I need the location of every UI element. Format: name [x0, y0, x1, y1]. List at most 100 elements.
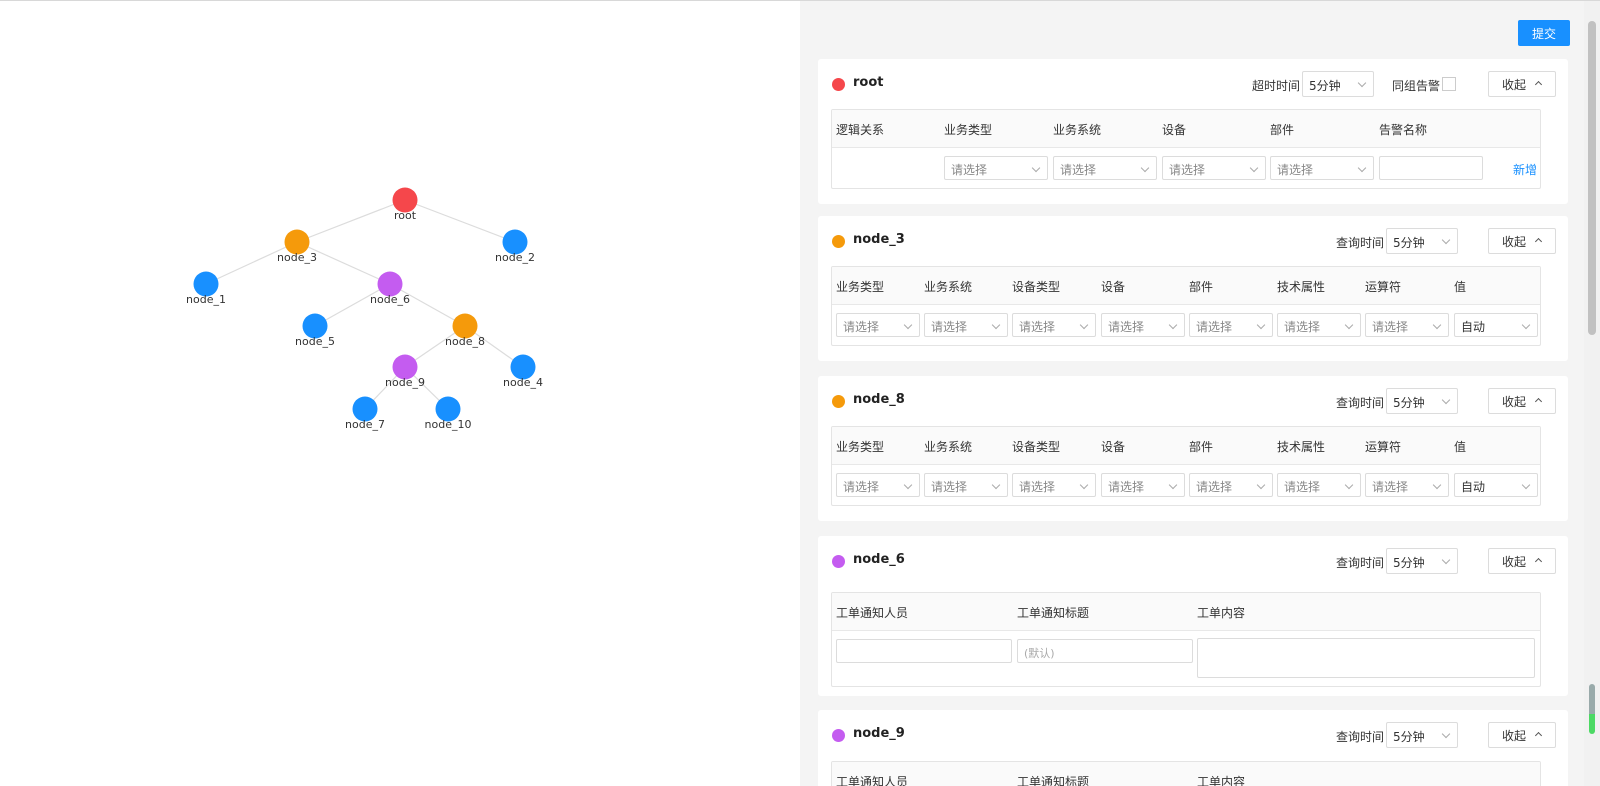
chevron-down-icon	[1441, 235, 1451, 245]
part-select[interactable]: 请选择	[1189, 473, 1273, 497]
query-time-value: 5分钟	[1393, 396, 1425, 410]
operator-select[interactable]: 请选择	[1365, 313, 1449, 337]
device-select[interactable]: 请选择	[1101, 313, 1185, 337]
th-tech-attr: 技术属性	[1277, 280, 1326, 294]
biz-type-select[interactable]: 请选择	[944, 156, 1048, 180]
tree-node-root[interactable]: root	[392, 187, 418, 223]
tree-node-node-6[interactable]: node_6	[370, 271, 410, 307]
tree-node-node-10[interactable]: node_10	[425, 396, 472, 432]
th-part: 部件	[1270, 123, 1295, 137]
select-placeholder: 请选择	[1108, 480, 1145, 494]
select-placeholder: 请选择	[1060, 163, 1097, 177]
ticket-content-textarea[interactable]	[1197, 638, 1535, 678]
th-ticket-content: 工单内容	[1197, 606, 1246, 620]
biz-type-select[interactable]: 请选择	[836, 473, 920, 497]
collapse-label: 收起	[1502, 728, 1527, 743]
chevron-down-icon	[1079, 320, 1089, 330]
scrollbar-thumb[interactable]	[1588, 21, 1596, 335]
tree-node-node-1[interactable]: node_1	[186, 271, 226, 307]
part-select[interactable]: 请选择	[1189, 313, 1273, 337]
query-time-label: 查询时间	[1336, 396, 1385, 410]
tree-node-label: node_8	[445, 335, 485, 348]
vertical-scrollbar[interactable]	[1584, 1, 1600, 786]
card-node-8-header: node_8 查询时间 5分钟 收起	[818, 376, 1568, 426]
tree-node-node-2[interactable]: node_2	[495, 229, 535, 265]
tree-panel: root node_3 node_2 node_1 node_6 node_5 node_8…	[0, 1, 800, 786]
th-operator: 运算符	[1365, 280, 1402, 294]
chevron-down-icon	[1357, 163, 1367, 173]
device-type-select[interactable]: 请选择	[1012, 473, 1096, 497]
th-biz-type: 业务类型	[944, 123, 993, 137]
th-biz-system: 业务系统	[924, 440, 973, 454]
query-time-select[interactable]: 5分钟	[1386, 228, 1458, 254]
table-header: 工单通知人员 工单通知标题 工单内容	[832, 593, 1540, 631]
query-time-select[interactable]: 5分钟	[1386, 388, 1458, 414]
query-time-label: 查询时间	[1336, 730, 1385, 744]
card-node-8: node_8 查询时间 5分钟 收起 业务类型 业务系统 设备类型 设备 部件 …	[818, 376, 1568, 521]
biz-system-select[interactable]: 请选择	[924, 473, 1008, 497]
submit-button[interactable]: 提交	[1518, 20, 1570, 46]
th-part: 部件	[1189, 440, 1214, 454]
th-notify-title: 工单通知标题	[1017, 606, 1090, 620]
notify-title-input[interactable]: (默认)	[1017, 639, 1193, 663]
collapse-button[interactable]: 收起	[1488, 228, 1556, 254]
query-time-select[interactable]: 5分钟	[1386, 548, 1458, 574]
operator-select[interactable]: 请选择	[1365, 473, 1449, 497]
card-root: root 超时时间 5分钟 同组告警 收起 逻辑关系 业务类型 业务系统 设备 …	[818, 59, 1568, 204]
part-select[interactable]: 请选择	[1270, 156, 1374, 180]
card-node-6-header: node_6 查询时间 5分钟 收起	[818, 536, 1568, 586]
biz-system-select[interactable]: 请选择	[924, 313, 1008, 337]
value-select[interactable]: 自动	[1454, 313, 1538, 337]
tree-node-label: root	[394, 209, 417, 222]
select-placeholder: 请选择	[1372, 320, 1409, 334]
collapse-label: 收起	[1502, 394, 1527, 409]
collapse-button[interactable]: 收起	[1488, 388, 1556, 414]
alarm-name-input[interactable]	[1379, 156, 1483, 180]
th-logic: 逻辑关系	[836, 123, 885, 137]
card-node-9-header: node_9 查询时间 5分钟 收起	[818, 710, 1568, 760]
biz-type-select[interactable]: 请选择	[836, 313, 920, 337]
query-time-value: 5分钟	[1393, 556, 1425, 570]
th-device-type: 设备类型	[1012, 440, 1061, 454]
table-header: 逻辑关系 业务类型 业务系统 设备 部件 告警名称	[832, 110, 1540, 148]
chevron-down-icon	[1344, 320, 1354, 330]
tree-node-node-7[interactable]: node_7	[345, 396, 385, 432]
same-group-label: 同组告警	[1392, 79, 1441, 93]
tree-node-node-3[interactable]: node_3	[277, 229, 317, 265]
select-placeholder: 请选择	[1284, 320, 1321, 334]
collapse-label: 收起	[1502, 234, 1527, 249]
collapse-button[interactable]: 收起	[1488, 71, 1556, 97]
tech-attr-select[interactable]: 请选择	[1277, 313, 1361, 337]
query-time-select[interactable]: 5分钟	[1386, 722, 1458, 748]
select-value: 自动	[1461, 480, 1486, 494]
th-operator: 运算符	[1365, 440, 1402, 454]
device-select[interactable]: 请选择	[1162, 156, 1266, 180]
collapse-button[interactable]: 收起	[1488, 722, 1556, 748]
card-root-header: root 超时时间 5分钟 同组告警 收起	[818, 59, 1568, 109]
device-type-select[interactable]: 请选择	[1012, 313, 1096, 337]
add-link[interactable]: 新增	[1513, 161, 1537, 178]
same-group-checkbox[interactable]	[1442, 77, 1456, 91]
value-select[interactable]: 自动	[1454, 473, 1538, 497]
tech-attr-select[interactable]: 请选择	[1277, 473, 1361, 497]
chevron-down-icon	[1256, 320, 1266, 330]
select-placeholder: 请选择	[1372, 480, 1409, 494]
th-value: 值	[1454, 440, 1467, 454]
chevron-down-icon	[1344, 480, 1354, 490]
collapse-button[interactable]: 收起	[1488, 548, 1556, 574]
tree-node-node-4[interactable]: node_4	[503, 354, 543, 390]
th-notify-person: 工单通知人员	[836, 606, 909, 620]
timeout-select[interactable]: 5分钟	[1302, 71, 1374, 97]
device-select[interactable]: 请选择	[1101, 473, 1185, 497]
chevron-down-icon	[1441, 729, 1451, 739]
select-value: 自动	[1461, 320, 1486, 334]
select-placeholder: 请选择	[1108, 320, 1145, 334]
th-biz-type: 业务类型	[836, 280, 885, 294]
tree-node-node-9[interactable]: node_9	[385, 354, 425, 390]
card-title: root	[853, 75, 884, 90]
biz-system-select[interactable]: 请选择	[1053, 156, 1157, 180]
notify-person-input[interactable]	[836, 639, 1012, 663]
node-color-dot	[832, 555, 845, 568]
th-device: 设备	[1101, 440, 1126, 454]
tree-edge	[404, 199, 516, 243]
